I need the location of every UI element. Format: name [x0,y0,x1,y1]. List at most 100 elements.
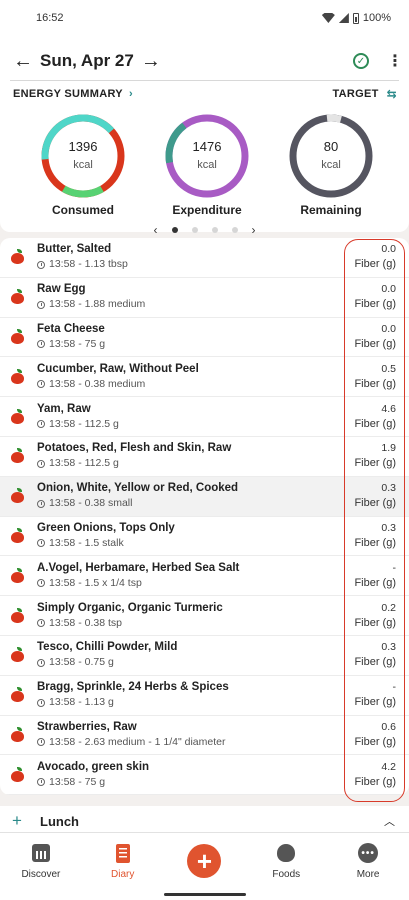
clock-icon [37,459,45,468]
check-circle-icon[interactable]: ✓ [353,53,369,69]
apple-icon [11,408,24,424]
pager-dot[interactable] [171,227,178,233]
more-vert-icon[interactable]: ⋮ [387,51,403,71]
food-info: A.Vogel, Herbamare, Herbed Sea Salt 13:58… [37,561,349,591]
food-info: Onion, White, Yellow or Red, Cooked 13:58… [37,481,349,511]
food-nutrient: 0.5 Fiber (g) [349,362,409,392]
remaining-label: Remaining [300,203,362,217]
food-time-amount: 13:58 - 112.5 g [49,457,119,470]
food-info: Potatoes, Red, Flesh and Skin, Raw 13:58 … [37,441,349,471]
arrow-left-icon[interactable]: ← [12,50,34,73]
summary-pager: ‹ › [0,223,409,237]
fiber-unit: Fiber (g) [354,536,396,549]
pager-dot[interactable] [191,227,198,233]
clock-icon [37,579,45,588]
consumed-label: Consumed [51,203,114,217]
food-nutrient: 0.0 Fiber (g) [349,242,409,272]
food-name: Raw Egg [37,283,86,296]
food-info: Cucumber, Raw, Without Peel 13:58 - 0.38 … [37,362,349,392]
food-info: Green Onions, Tops Only 13:58 - 1.5 stalk [37,521,349,551]
food-time-amount: 13:58 - 1.5 x 1/4 tsp [49,576,142,589]
remaining-value: 80 [323,139,339,154]
date-title[interactable]: Sun, Apr 27 [40,51,134,71]
apple-icon [11,766,24,782]
list-item[interactable]: Raw Egg 13:58 - 1.88 medium 0.0 Fiber (g) [0,278,409,318]
list-item[interactable]: Potatoes, Red, Flesh and Skin, Raw 13:58 … [0,437,409,477]
food-name: Cucumber, Raw, Without Peel [37,362,199,375]
nav-foods[interactable]: Foods [245,833,327,900]
list-item[interactable]: Simply Organic, Organic Turmeric 13:58 - … [0,596,409,636]
fiber-unit: Fiber (g) [354,576,396,589]
fiber-unit: Fiber (g) [354,696,396,709]
food-info: Bragg, Sprinkle, 24 Herbs & Spices 13:58 … [37,680,349,710]
food-meta: 13:58 - 1.5 stalk [37,536,349,551]
chevron-up-icon[interactable]: ︿ [384,813,395,829]
battery-icon [352,12,359,24]
clock-icon [37,698,45,707]
food-time-amount: 13:58 - 0.38 medium [49,377,146,390]
nav-discover[interactable]: Discover [0,833,82,900]
clock-icon [37,738,45,747]
list-item[interactable]: Tesco, Chilli Powder, Mild 13:58 - 0.75 g… [0,636,409,676]
apple-icon [11,289,24,305]
list-item[interactable]: Strawberries, Raw 13:58 - 2.63 medium - 1… [0,716,409,756]
apple-icon [11,448,24,464]
ring-expenditure[interactable]: 1476 kcal Expenditure [154,113,260,217]
gesture-bar [164,893,246,896]
list-item[interactable]: A.Vogel, Herbamare, Herbed Sea Salt 13:58… [0,556,409,597]
ring-consumed[interactable]: 1396 kcal Consumed [30,113,136,217]
expenditure-unit: kcal [197,159,217,171]
food-time-amount: 13:58 - 75 g [49,337,106,350]
food-meta: 13:58 - 112.5 g [37,417,349,432]
list-item[interactable]: Butter, Salted 13:58 - 1.13 tbsp 0.0 Fiber … [0,238,409,278]
food-info: Tesco, Chilli Powder, Mild 13:58 - 0.75 g [37,640,349,670]
more-horiz-icon: ••• [358,843,379,863]
list-item[interactable]: Bragg, Sprinkle, 24 Herbs & Spices 13:58 … [0,676,409,716]
clock-icon [37,778,45,787]
add-icon[interactable]: + [187,844,222,878]
list-item[interactable]: Feta Cheese 13:58 - 75 g 0.0 Fiber (g) [0,318,409,358]
clock-icon [37,499,45,508]
pager-dot[interactable] [231,227,238,233]
apple-icon [11,368,24,384]
nav-add[interactable]: + [164,833,246,900]
chevron-right-icon[interactable]: › [252,223,256,237]
food-meta: 13:58 - 75 g [37,337,349,352]
signal-icon [338,13,349,23]
fiber-value: 0.3 [381,641,396,654]
list-item[interactable]: Avocado, green skin 13:58 - 75 g 4.2 Fiber … [0,755,409,795]
food-name: Bragg, Sprinkle, 24 Herbs & Spices [37,681,229,694]
apple-icon [11,527,24,543]
nav-diary[interactable]: Diary [82,833,164,900]
pager-dot[interactable] [211,227,218,233]
fiber-value: 0.0 [381,322,396,335]
ring-remaining[interactable]: 80 kcal Remaining [278,113,384,217]
target-label: TARGET [332,88,379,100]
clock-icon [37,260,45,269]
clock-icon [37,340,45,349]
fiber-unit: Fiber (g) [354,656,396,669]
bottom-nav: Discover Diary + Foods ••• More [0,832,409,900]
energy-summary-link[interactable]: ENERGY SUMMARY › [13,88,133,100]
food-time-amount: 13:58 - 1.13 g [49,696,114,709]
fiber-value: - [392,561,397,574]
fiber-unit: Fiber (g) [354,616,396,629]
clock-icon [37,300,45,309]
list-item[interactable]: Yam, Raw 13:58 - 112.5 g 4.6 Fiber (g) [0,397,409,437]
nav-foods-label: Foods [272,869,301,880]
chevron-right-icon: › [128,88,133,100]
nav-more[interactable]: ••• More [327,833,409,900]
target-toggle[interactable]: TARGET ⇆ [332,87,397,101]
list-item[interactable]: Onion, White, Yellow or Red, Cooked 13:58… [0,476,409,517]
chevron-left-icon[interactable]: ‹ [154,223,158,237]
add-icon[interactable]: + [12,811,26,831]
food-time-amount: 13:58 - 0.38 small [49,497,133,510]
fiber-unit: Fiber (g) [354,298,396,311]
food-list: Butter, Salted 13:58 - 1.13 tbsp 0.0 Fiber … [0,238,409,795]
arrow-right-icon[interactable]: → [140,50,162,73]
fiber-value: 0.5 [381,362,396,375]
food-meta: 13:58 - 1.13 tbsp [37,257,349,272]
meal-title: Lunch [40,813,79,829]
list-item[interactable]: Green Onions, Tops Only 13:58 - 1.5 stalk… [0,517,409,557]
list-item[interactable]: Cucumber, Raw, Without Peel 13:58 - 0.38 … [0,357,409,398]
